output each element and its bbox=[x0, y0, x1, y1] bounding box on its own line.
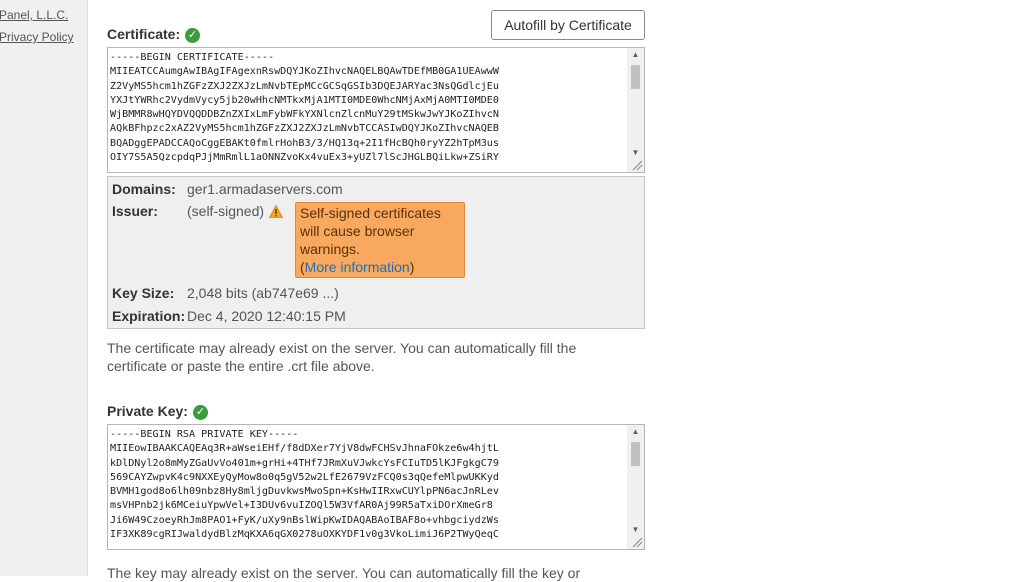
private-key-label: Private Key: bbox=[107, 402, 188, 419]
check-icon: ✓ bbox=[185, 28, 201, 43]
scroll-up-arrow-icon[interactable]: ▲ bbox=[627, 425, 644, 439]
autofill-by-certificate-button[interactable]: Autofill by Certificate bbox=[491, 10, 645, 40]
scroll-up-arrow-icon[interactable]: ▲ bbox=[627, 48, 644, 62]
private-key-scrollbar[interactable]: ▲ ▼ bbox=[627, 425, 644, 549]
certificate-textarea[interactable]: -----BEGIN CERTIFICATE----- MIIEATCCAumg… bbox=[107, 47, 645, 173]
resize-grip-icon[interactable] bbox=[632, 537, 643, 548]
certificate-label: Certificate: bbox=[107, 25, 181, 42]
private-key-text: -----BEGIN RSA PRIVATE KEY----- MIIEowIB… bbox=[110, 429, 499, 541]
more-information-link[interactable]: More information bbox=[305, 259, 410, 275]
certificate-details-panel: Domains: ger1.armadaservers.com Issuer: … bbox=[107, 176, 645, 329]
issuer-value: (self-signed) bbox=[187, 203, 265, 219]
issuer-label: Issuer: bbox=[112, 203, 158, 219]
self-signed-warning: Self-signed certificates will cause brow… bbox=[295, 202, 465, 278]
expiration-value: Dec 4, 2020 12:40:15 PM bbox=[187, 308, 346, 324]
certificate-scrollbar[interactable]: ▲ ▼ bbox=[627, 48, 644, 172]
company-link[interactable]: Panel, L.L.C. bbox=[0, 8, 68, 22]
warning-icon bbox=[269, 205, 283, 218]
left-sidebar: Panel, L.L.C. Privacy Policy bbox=[0, 0, 88, 576]
scroll-thumb[interactable] bbox=[631, 442, 640, 466]
scroll-thumb[interactable] bbox=[631, 65, 640, 89]
privacy-policy-link[interactable]: Privacy Policy bbox=[0, 30, 74, 44]
expiration-label: Expiration: bbox=[112, 308, 186, 324]
scroll-down-arrow-icon[interactable]: ▼ bbox=[627, 523, 644, 537]
more-info-close-paren: ) bbox=[409, 259, 415, 275]
domains-value: ger1.armadaservers.com bbox=[187, 181, 343, 197]
private-key-label-row: Private Key: ✓ bbox=[107, 401, 208, 420]
certificate-help-text: The certificate may already exist on the… bbox=[107, 340, 577, 374]
check-icon: ✓ bbox=[192, 405, 208, 420]
key-size-label: Key Size: bbox=[112, 285, 175, 301]
certificate-text: -----BEGIN CERTIFICATE----- MIIEATCCAumg… bbox=[110, 52, 499, 164]
domains-label: Domains: bbox=[112, 181, 176, 197]
private-key-help-text: The key may already exist on the server.… bbox=[107, 565, 581, 581]
scroll-down-arrow-icon[interactable]: ▼ bbox=[627, 146, 644, 160]
key-size-value: 2,048 bits (ab747e69 ...) bbox=[187, 285, 339, 301]
certificate-label-row: Certificate: ✓ bbox=[107, 24, 201, 43]
private-key-textarea[interactable]: -----BEGIN RSA PRIVATE KEY----- MIIEowIB… bbox=[107, 424, 645, 550]
warning-text: Self-signed certificates will cause brow… bbox=[300, 205, 441, 257]
resize-grip-icon[interactable] bbox=[632, 160, 643, 171]
